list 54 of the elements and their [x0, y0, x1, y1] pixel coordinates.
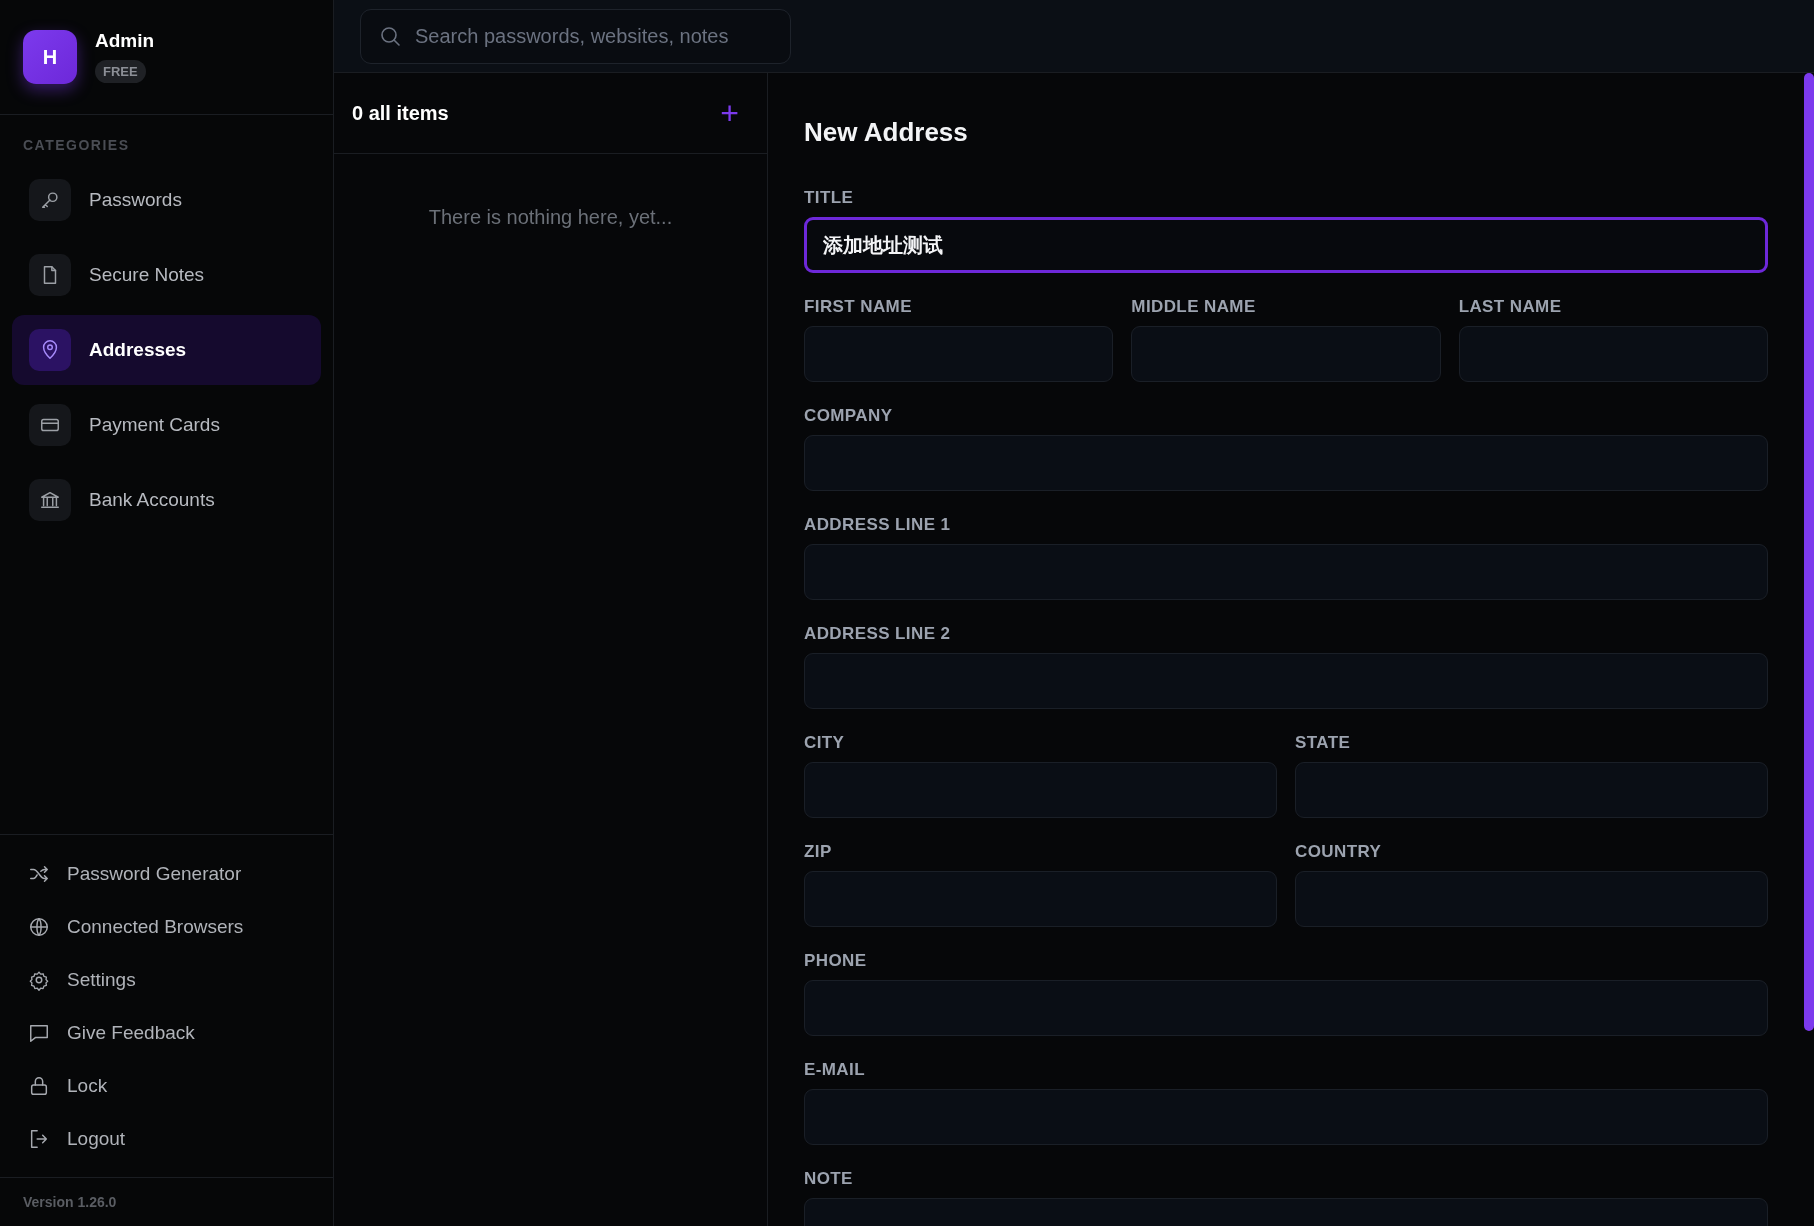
sidebar-link[interactable]: Lock — [0, 1059, 333, 1112]
field-label: ADDRESS LINE 2 — [804, 624, 952, 644]
add-button[interactable]: + — [720, 97, 739, 129]
input-field[interactable] — [1458, 326, 1768, 382]
field-label: PHONE — [804, 951, 868, 971]
input-field[interactable] — [804, 653, 1768, 709]
field-label: NOTE — [804, 1169, 854, 1189]
field-label: CITY — [804, 733, 846, 753]
version-text: Version 1.26.0 — [0, 1177, 333, 1226]
avatar: H — [23, 30, 77, 84]
empty-message: There is nothing here, yet... — [428, 206, 673, 228]
input-field[interactable] — [804, 980, 1768, 1036]
bank-icon — [39, 489, 61, 511]
input-field[interactable] — [1295, 762, 1768, 818]
field-label: ZIP — [804, 842, 833, 862]
input-field[interactable] — [804, 762, 1277, 818]
key-icon — [39, 189, 61, 211]
field-label: ADDRESS LINE 1 — [804, 515, 952, 535]
sidebar-item[interactable]: Addresses — [12, 315, 321, 385]
sidebar-item[interactable]: Payment Cards — [12, 390, 321, 460]
lock-icon — [28, 1074, 50, 1097]
field-label: COMPANY — [804, 406, 894, 426]
input-field[interactable] — [1295, 871, 1768, 927]
field-label: LAST NAME — [1458, 297, 1563, 317]
sidebar-item[interactable]: Bank Accounts — [12, 465, 321, 535]
input-field[interactable] — [804, 544, 1768, 600]
form-title: New Address — [804, 117, 969, 148]
field-label: STATE — [1295, 733, 1352, 753]
input-field[interactable] — [804, 871, 1277, 927]
field-label: TITLE — [804, 188, 855, 208]
sidebar-link[interactable]: Logout — [0, 1112, 333, 1165]
field-label: MIDDLE NAME — [1131, 297, 1257, 317]
field-label: FIRST NAME — [804, 297, 913, 317]
field-label: E-MAIL — [804, 1060, 866, 1080]
logout-icon — [28, 1127, 50, 1150]
item-count: 0 all items — [352, 101, 449, 125]
sidebar-link[interactable]: Settings — [0, 953, 333, 1006]
input-field[interactable] — [804, 435, 1768, 491]
scrollbar[interactable] — [1804, 73, 1814, 1031]
globe-icon — [28, 915, 50, 938]
section-heading: CATEGORIES — [22, 136, 131, 155]
plan-badge: FREE — [95, 60, 146, 83]
input-field[interactable]: 添加地址测试 — [804, 217, 1768, 273]
input-field[interactable] — [804, 326, 1114, 382]
sidebar-item[interactable]: Passwords — [12, 165, 321, 235]
sidebar-link[interactable]: Connected Browsers — [0, 900, 333, 953]
sidebar-link[interactable]: Password Generator — [0, 847, 333, 900]
user-name: Admin — [95, 30, 155, 52]
input-field[interactable] — [804, 1089, 1768, 1145]
input-field[interactable] — [1131, 326, 1441, 382]
sidebar-link[interactable]: Give Feedback — [0, 1006, 333, 1059]
field-label: COUNTRY — [1295, 842, 1383, 862]
sidebar-item[interactable]: Secure Notes — [12, 240, 321, 310]
search-field[interactable]: Search passwords, websites, notes — [360, 8, 791, 64]
